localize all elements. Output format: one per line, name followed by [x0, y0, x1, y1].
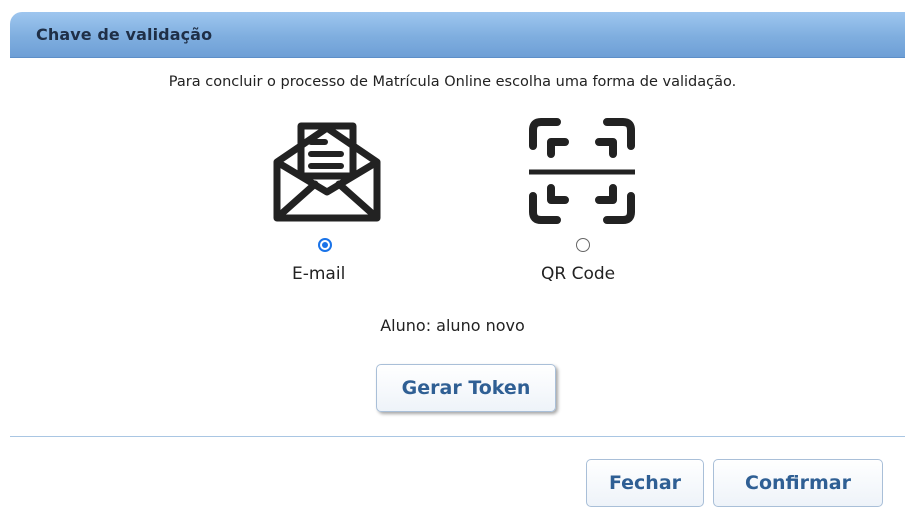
qr-code-radio[interactable] [576, 238, 590, 252]
footer-divider [10, 436, 905, 437]
dialog-title: Chave de validação [36, 25, 213, 44]
student-name-text: Aluno: aluno novo [380, 316, 525, 335]
qr-code-option-label: QR Code [541, 264, 616, 284]
email-radio[interactable] [318, 238, 332, 252]
instruction-text: Para concluir o processo de Matrícula On… [168, 74, 737, 90]
generate-token-button[interactable]: Gerar Token [376, 364, 556, 412]
dialog-header: Chave de validação [10, 12, 905, 58]
email-option [262, 120, 392, 224]
confirm-button[interactable]: Confirmar [713, 459, 883, 507]
close-button[interactable]: Fechar [586, 459, 704, 507]
qr-scan-icon [516, 116, 648, 226]
envelope-icon [262, 120, 392, 224]
email-option-label: E-mail [292, 264, 346, 284]
qr-option [516, 116, 648, 226]
